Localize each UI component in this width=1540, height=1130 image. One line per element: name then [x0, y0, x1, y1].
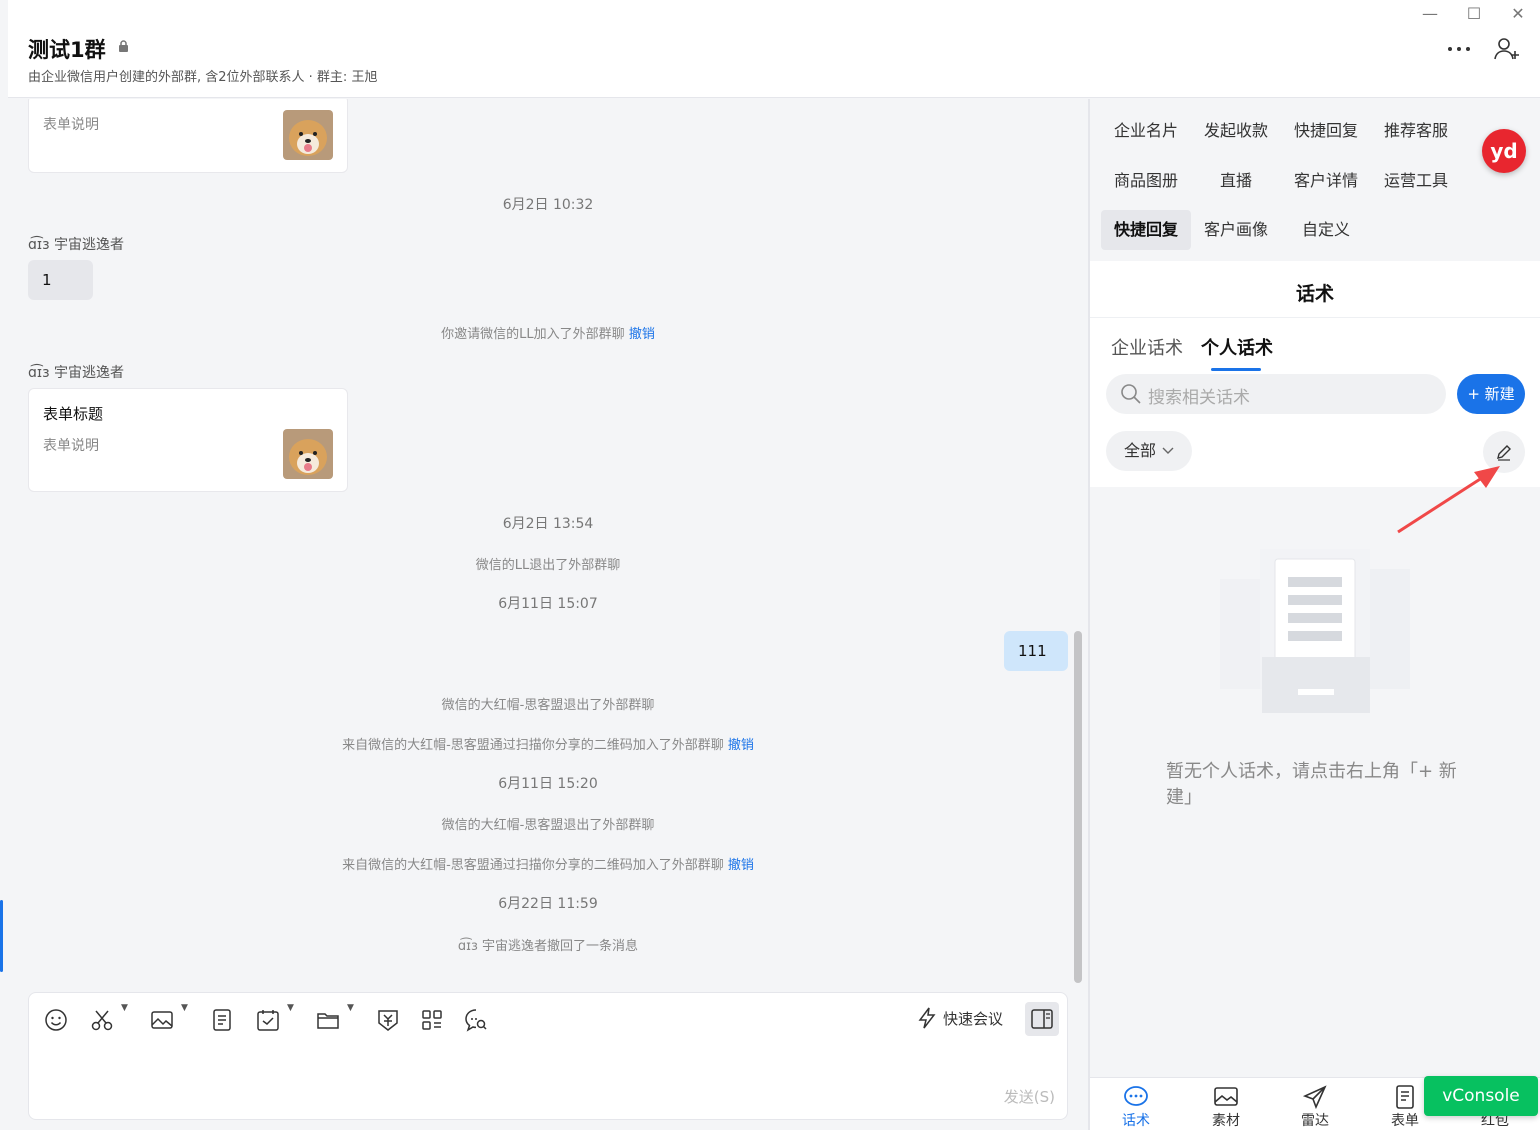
chat-header: 测试1群 由企业微信用户创建的外部群, 含2位外部联系人 · 群主: 王旭 — …	[8, 0, 1540, 98]
timestamp: 6月2日 10:32	[502, 197, 594, 213]
chevron-down-icon[interactable]: ▼	[181, 1003, 188, 1013]
timestamp: 6月22日 11:59	[498, 896, 598, 912]
menu-quick-reply[interactable]: 快捷回复	[1281, 111, 1371, 151]
schedule-icon[interactable]	[255, 1007, 281, 1033]
chat-search-icon[interactable]	[463, 1007, 489, 1033]
chat-scrollbar[interactable]	[1074, 631, 1082, 983]
panel-title: 话术	[1295, 283, 1334, 305]
revoke-link[interactable]: 撤销	[728, 738, 754, 753]
sender-name: ɑ͡ɪɜ 宇宙逃逸者	[28, 365, 124, 381]
message-bubble[interactable]: 1	[28, 260, 93, 300]
menu-customer-profile[interactable]: 客户画像	[1191, 210, 1281, 250]
new-script-button[interactable]: + 新建	[1457, 374, 1525, 414]
timestamp: 6月11日 15:20	[498, 776, 598, 792]
group-subtitle: 由企业微信用户创建的外部群, 含2位外部联系人 · 群主: 王旭	[28, 70, 378, 85]
more-icon[interactable]	[1444, 34, 1474, 64]
lightning-icon	[918, 1007, 936, 1029]
revoke-link[interactable]: 撤销	[629, 327, 655, 342]
system-message: 你邀请微信的LL加入了外部群聊 撤销	[441, 327, 655, 342]
side-panel-toggle-button[interactable]	[1025, 1002, 1059, 1036]
search-placeholder: 搜索相关话术	[1148, 388, 1250, 408]
nav-scripts[interactable]: 话术	[1106, 1084, 1166, 1130]
message-composer[interactable]: ▼ ▼ ▼ ▼ 快速会议 发送(S)	[28, 992, 1068, 1120]
form-card-2[interactable]: 表单标题 表单说明	[28, 388, 348, 492]
form-card-1[interactable]: 表单说明	[28, 99, 348, 173]
side-panel: 企业名片 发起收款 快捷回复 推荐客服 商品图册 直播 客户详情 运营工具 快捷…	[1090, 99, 1540, 1130]
apps-icon[interactable]	[419, 1007, 445, 1033]
system-message: 来自微信的大红帽-思客盟通过扫描你分享的二维码加入了外部群聊 撤销	[342, 738, 754, 753]
pencil-icon	[1497, 445, 1511, 461]
menu-live[interactable]: 直播	[1191, 161, 1281, 201]
tab-enterprise-scripts[interactable]: 企业话术	[1111, 334, 1183, 360]
timestamp: 6月11日 15:07	[498, 596, 598, 612]
close-icon[interactable]: ✕	[1506, 4, 1530, 23]
my-message-bubble[interactable]: 111	[1004, 631, 1068, 671]
image-icon[interactable]	[149, 1007, 175, 1033]
app-window: 测试1群 由企业微信用户创建的外部群, 含2位外部联系人 · 群主: 王旭 — …	[0, 0, 1540, 1130]
filter-dropdown[interactable]: 全部	[1106, 431, 1192, 471]
chat-area: 表单说明 6月2日 10:32 ɑ͡ɪɜ 宇宙逃逸者 1 你邀请微信的LL加入了…	[8, 99, 1088, 1130]
yd-badge-avatar[interactable]: yd	[1482, 129, 1526, 173]
nav-materials[interactable]: 素材	[1196, 1084, 1256, 1130]
search-icon	[1121, 384, 1141, 404]
left-edge-indicator	[0, 900, 3, 972]
vconsole-button[interactable]: vConsole	[1424, 1076, 1538, 1116]
menu-operation-tools[interactable]: 运营工具	[1371, 161, 1461, 201]
system-message: 来自微信的大红帽-思客盟通过扫描你分享的二维码加入了外部群聊 撤销	[342, 858, 754, 873]
divider	[1090, 317, 1540, 318]
revoke-link[interactable]: 撤销	[728, 858, 754, 873]
nav-radar[interactable]: 雷达	[1285, 1084, 1345, 1130]
send-icon	[1302, 1085, 1327, 1110]
send-button[interactable]: 发送(S)	[1004, 1086, 1055, 1107]
side-panel-icon	[1031, 1009, 1053, 1029]
chevron-down-icon[interactable]: ▼	[347, 1003, 354, 1013]
form-icon	[1396, 1085, 1414, 1109]
screenshot-icon[interactable]	[89, 1007, 115, 1033]
minimize-icon[interactable]: —	[1418, 4, 1442, 23]
sender-name: ɑ͡ɪɜ 宇宙逃逸者	[28, 237, 124, 253]
empty-state-illustration	[1220, 549, 1410, 713]
menu-business-card[interactable]: 企业名片	[1101, 111, 1191, 151]
menu-product-album[interactable]: 商品图册	[1101, 161, 1191, 201]
add-member-icon[interactable]	[1492, 34, 1522, 64]
quick-meeting-label: 快速会议	[943, 1009, 1004, 1028]
active-tab-indicator	[1211, 368, 1261, 371]
chevron-down-icon	[1162, 447, 1174, 454]
chat-bubble-icon	[1124, 1086, 1148, 1106]
document-icon[interactable]	[209, 1007, 235, 1033]
menu-recommend-service[interactable]: 推荐客服	[1371, 111, 1461, 151]
image-icon	[1214, 1087, 1238, 1106]
form-card-desc: 表单说明	[43, 438, 99, 454]
system-message: 微信的大红帽-思客盟退出了外部群聊	[441, 698, 655, 713]
menu-custom[interactable]: 自定义	[1281, 210, 1371, 250]
dog-thumbnail	[283, 429, 333, 479]
empty-state-text: 暂无个人话术，请点击右上角「+ 新建」	[1166, 761, 1457, 808]
system-message: 微信的LL退出了外部群聊	[475, 558, 621, 573]
annotation-arrow-icon	[1397, 466, 1500, 534]
system-message: ɑ͡ɪɜ 宇宙逃逸者撤回了一条消息	[457, 939, 639, 954]
timestamp: 6月2日 13:54	[502, 516, 594, 532]
system-message: 微信的大红帽-思客盟退出了外部群聊	[441, 818, 655, 833]
menu-customer-details[interactable]: 客户详情	[1281, 161, 1371, 201]
chevron-down-icon[interactable]: ▼	[121, 1003, 128, 1013]
folder-icon[interactable]	[315, 1007, 341, 1033]
form-card-desc: 表单说明	[43, 117, 99, 133]
chevron-down-icon[interactable]: ▼	[287, 1003, 294, 1013]
payment-icon[interactable]	[375, 1007, 401, 1033]
menu-quick-reply-active[interactable]: 快捷回复	[1101, 210, 1191, 250]
search-input[interactable]: 搜索相关话术	[1106, 374, 1446, 414]
dog-thumbnail	[283, 110, 333, 160]
menu-collect-payment[interactable]: 发起收款	[1191, 111, 1281, 151]
maximize-icon[interactable]: ☐	[1462, 4, 1486, 23]
group-title: 测试1群	[28, 38, 106, 62]
emoji-icon[interactable]	[43, 1007, 69, 1033]
form-card-title: 表单标题	[43, 405, 104, 423]
lock-icon	[119, 40, 128, 52]
quick-meeting-button[interactable]: 快速会议	[917, 1007, 1003, 1029]
script-panel: 话术 企业话术 个人话术 搜索相关话术 + 新建 全部	[1090, 261, 1540, 487]
tab-personal-scripts[interactable]: 个人话术	[1201, 334, 1273, 360]
side-menu: 企业名片 发起收款 快捷回复 推荐客服 商品图册 直播 客户详情 运营工具 快捷…	[1090, 99, 1540, 261]
filter-label: 全部	[1124, 441, 1157, 460]
